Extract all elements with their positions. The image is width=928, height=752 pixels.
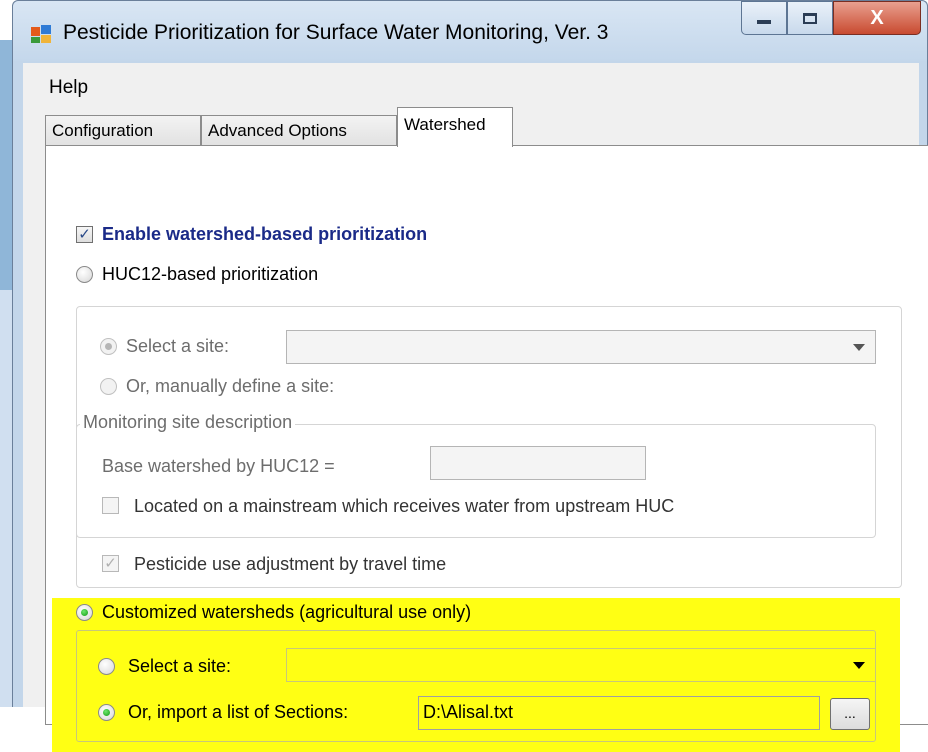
- tab-advanced-options[interactable]: Advanced Options: [201, 115, 397, 145]
- client-area: Help Configuration Advanced Options Wate…: [23, 63, 928, 752]
- custom-site-combo[interactable]: [286, 648, 876, 682]
- menu-bar: Help: [23, 63, 919, 103]
- chevron-down-icon: [853, 662, 865, 669]
- maximize-icon: [803, 12, 817, 24]
- base-watershed-label: Base watershed by HUC12 =: [102, 456, 335, 476]
- title-bar[interactable]: Pesticide Prioritization for Surface Wat…: [13, 1, 927, 61]
- custom-watershed-radio[interactable]: [76, 604, 93, 621]
- minimize-button[interactable]: [741, 1, 787, 35]
- desktop-edge: [0, 0, 12, 707]
- app-window: Pesticide Prioritization for Surface Wat…: [12, 0, 928, 752]
- import-sections-label: Or, import a list of Sections:: [128, 702, 349, 722]
- travel-time-label: Pesticide use adjustment by travel time: [134, 554, 447, 574]
- enable-watershed-checkbox[interactable]: ✓: [76, 226, 93, 243]
- monitoring-site-group: [76, 424, 876, 538]
- desktop-edge-bottom: [0, 290, 12, 707]
- window-title: Pesticide Prioritization for Surface Wat…: [63, 21, 609, 44]
- monitoring-site-group-title: Monitoring site description: [80, 412, 296, 433]
- custom-select-site-radio[interactable]: [98, 658, 115, 675]
- manual-site-label: Or, manually define a site:: [126, 376, 335, 396]
- close-icon: X: [870, 6, 884, 29]
- huc12-select-site-radio[interactable]: [100, 338, 117, 355]
- base-watershed-field[interactable]: [430, 446, 646, 480]
- chevron-down-icon: [853, 344, 865, 351]
- mainstream-checkbox[interactable]: [102, 497, 119, 514]
- custom-select-site-label: Select a site:: [128, 656, 232, 676]
- app-icon: [31, 25, 53, 43]
- minimize-icon: [757, 20, 771, 24]
- close-button[interactable]: X: [833, 1, 921, 35]
- maximize-button[interactable]: [787, 1, 833, 35]
- watershed-panel: ✓ Enable watershed-based prioritization …: [45, 145, 928, 752]
- mainstream-label: Located on a mainstream which receives w…: [134, 496, 675, 516]
- manual-site-radio[interactable]: [100, 378, 117, 395]
- import-file-field[interactable]: D:\Alisal.txt: [418, 696, 820, 730]
- tab-configuration[interactable]: Configuration: [45, 115, 201, 145]
- enable-watershed-label: Enable watershed-based prioritization: [102, 224, 428, 244]
- menu-help[interactable]: Help: [49, 77, 88, 99]
- huc12-site-combo[interactable]: [286, 330, 876, 364]
- travel-time-checkbox[interactable]: ✓: [102, 555, 119, 572]
- huc12-select-site-label: Select a site:: [126, 336, 230, 356]
- huc12-radio[interactable]: [76, 266, 93, 283]
- huc12-label: HUC12-based prioritization: [102, 264, 319, 284]
- custom-watershed-label: Customized watersheds (agricultural use …: [102, 602, 472, 622]
- tab-watershed[interactable]: Watershed: [397, 107, 513, 147]
- browse-button[interactable]: ...: [830, 698, 870, 730]
- window-controls: X: [741, 1, 921, 37]
- desktop-edge-top: [0, 40, 12, 290]
